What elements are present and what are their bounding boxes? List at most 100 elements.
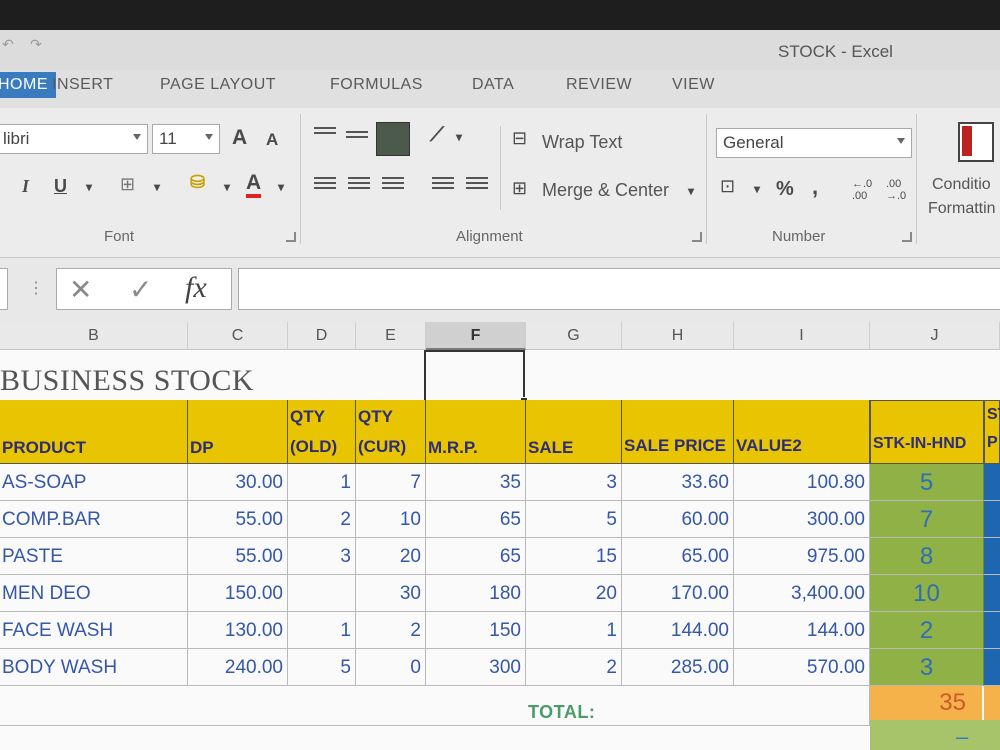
cell-qty-old[interactable]: 3	[288, 538, 356, 575]
comma-button[interactable]: ,	[812, 174, 818, 200]
column-header-c[interactable]: C	[188, 322, 288, 350]
conditional-formatting-icon[interactable]	[958, 122, 994, 162]
tab-review[interactable]: REVIEW	[566, 76, 632, 94]
wrap-text-button[interactable]: Wrap Text	[542, 132, 622, 153]
cell-value2[interactable]: 300.00	[734, 501, 870, 538]
cell-dp[interactable]: 55.00	[188, 501, 288, 538]
column-header-h[interactable]: H	[622, 322, 734, 350]
tab-formulas[interactable]: FORMULAS	[330, 76, 423, 94]
column-header-f[interactable]: F	[426, 322, 526, 350]
chevron-down-icon[interactable]: ▾	[86, 180, 92, 194]
cell-qty-old[interactable]: 2	[288, 501, 356, 538]
chevron-down-icon[interactable]: ▾	[754, 182, 760, 196]
align-right-icon[interactable]	[382, 174, 404, 192]
header-sale-price[interactable]: SALE PRICE	[622, 400, 734, 464]
accounting-format-icon[interactable]: ⊡	[720, 176, 735, 197]
cell-value2[interactable]: 975.00	[734, 538, 870, 575]
cell-value2[interactable]: 100.80	[734, 464, 870, 501]
redo-icon[interactable]: ↷	[30, 36, 42, 53]
cell-dp[interactable]: 30.00	[188, 464, 288, 501]
cell-k[interactable]	[984, 538, 1000, 575]
cell-product[interactable]: MEN DEO	[0, 575, 188, 612]
cell-qty-old[interactable]: 1	[288, 464, 356, 501]
cell-sale[interactable]: 1	[526, 612, 622, 649]
underline-button[interactable]: U	[54, 176, 67, 197]
percent-button[interactable]: %	[776, 178, 794, 201]
cell-mrp[interactable]: 180	[426, 575, 526, 612]
borders-icon[interactable]: ⊞	[120, 174, 135, 195]
orientation-icon[interactable]: ⟋	[430, 124, 444, 147]
top-align-icon[interactable]	[314, 124, 336, 137]
cancel-icon[interactable]: ✕	[69, 273, 92, 306]
conditional-formatting-label-1[interactable]: Conditio	[932, 176, 991, 194]
alignment-dialog-launcher-icon[interactable]	[692, 232, 702, 242]
decrease-indent-icon[interactable]	[432, 174, 454, 192]
header-sale[interactable]: SALE	[526, 400, 622, 464]
cell-sale[interactable]: 2	[526, 649, 622, 686]
wrap-text-icon[interactable]: ⊟	[512, 128, 527, 149]
font-name-combo[interactable]: libri	[0, 124, 148, 154]
decrease-decimal-icon[interactable]: .00 →.0	[886, 178, 906, 202]
cell-value2[interactable]: 144.00	[734, 612, 870, 649]
cell-k[interactable]	[984, 464, 1000, 501]
align-left-icon[interactable]	[314, 174, 336, 192]
header-stk-in-hnd[interactable]: STK-IN-HND	[870, 400, 984, 464]
column-header-i[interactable]: I	[734, 322, 870, 350]
cell-qty-old[interactable]	[288, 575, 356, 612]
fill-color-icon[interactable]: ⛁	[190, 172, 205, 193]
cell-value2[interactable]: 570.00	[734, 649, 870, 686]
cell-product[interactable]: AS-SOAP	[0, 464, 188, 501]
cell-qty-cur[interactable]: 10	[356, 501, 426, 538]
increase-decimal-icon[interactable]: ←.0.00	[852, 178, 872, 202]
cell-sale[interactable]: 15	[526, 538, 622, 575]
header-dp[interactable]: DP	[188, 400, 288, 464]
column-header-g[interactable]: G	[526, 322, 622, 350]
cell-dp[interactable]: 55.00	[188, 538, 288, 575]
tab-insert[interactable]: INSERT	[52, 76, 113, 94]
cell-sale-price[interactable]: 65.00	[622, 538, 734, 575]
cell-mrp[interactable]: 300	[426, 649, 526, 686]
cell-qty-old[interactable]: 5	[288, 649, 356, 686]
cell-stk-in-hnd[interactable]: 2	[870, 612, 984, 649]
cell-dp[interactable]: 240.00	[188, 649, 288, 686]
cell-sale-price[interactable]: 285.00	[622, 649, 734, 686]
cell-stk-in-hnd[interactable]: 5	[870, 464, 984, 501]
italic-button[interactable]: I	[22, 176, 29, 197]
number-dialog-launcher-icon[interactable]	[902, 232, 912, 242]
cell-stk-in-hnd[interactable]: 10	[870, 575, 984, 612]
cell-k[interactable]	[984, 575, 1000, 612]
column-header-j[interactable]: J	[870, 322, 1000, 350]
total-stock-cell[interactable]: 35	[870, 686, 982, 720]
cell-sale[interactable]: 5	[526, 501, 622, 538]
tab-data[interactable]: DATA	[472, 76, 514, 94]
middle-align-icon[interactable]	[346, 128, 368, 141]
chevron-down-icon[interactable]: ▾	[154, 180, 160, 194]
column-header-d[interactable]: D	[288, 322, 356, 350]
cell-mrp[interactable]: 65	[426, 501, 526, 538]
cell-qty-cur[interactable]: 7	[356, 464, 426, 501]
cell-value2[interactable]: 3,400.00	[734, 575, 870, 612]
tab-home[interactable]: HOME	[0, 72, 56, 98]
undo-icon[interactable]: ↶	[2, 36, 14, 53]
header-value2[interactable]: VALUE2	[734, 400, 870, 464]
align-center-icon[interactable]	[348, 174, 370, 192]
cell-sale-price[interactable]: 33.60	[622, 464, 734, 501]
bottom-align-icon[interactable]	[376, 122, 410, 156]
shrink-font-button[interactable]: A	[266, 130, 278, 150]
cell-sale[interactable]: 3	[526, 464, 622, 501]
cell-product[interactable]: BODY WASH	[0, 649, 188, 686]
cell-k[interactable]	[984, 649, 1000, 686]
header-qty-old[interactable]: QTY (OLD)	[288, 400, 356, 464]
cell-dp[interactable]: 130.00	[188, 612, 288, 649]
cell-qty-old[interactable]: 1	[288, 612, 356, 649]
cell-stk-in-hnd[interactable]: 3	[870, 649, 984, 686]
below-total-cell[interactable]: –	[870, 720, 1000, 750]
cell-qty-cur[interactable]: 0	[356, 649, 426, 686]
merge-center-button[interactable]: Merge & Center	[542, 180, 669, 201]
cell-mrp[interactable]: 150	[426, 612, 526, 649]
merge-center-icon[interactable]: ⊞	[512, 178, 527, 199]
cell-k[interactable]	[984, 612, 1000, 649]
header-mrp[interactable]: M.R.P.	[426, 400, 526, 464]
column-header-b[interactable]: B	[0, 322, 188, 350]
cell-stk-in-hnd[interactable]: 8	[870, 538, 984, 575]
